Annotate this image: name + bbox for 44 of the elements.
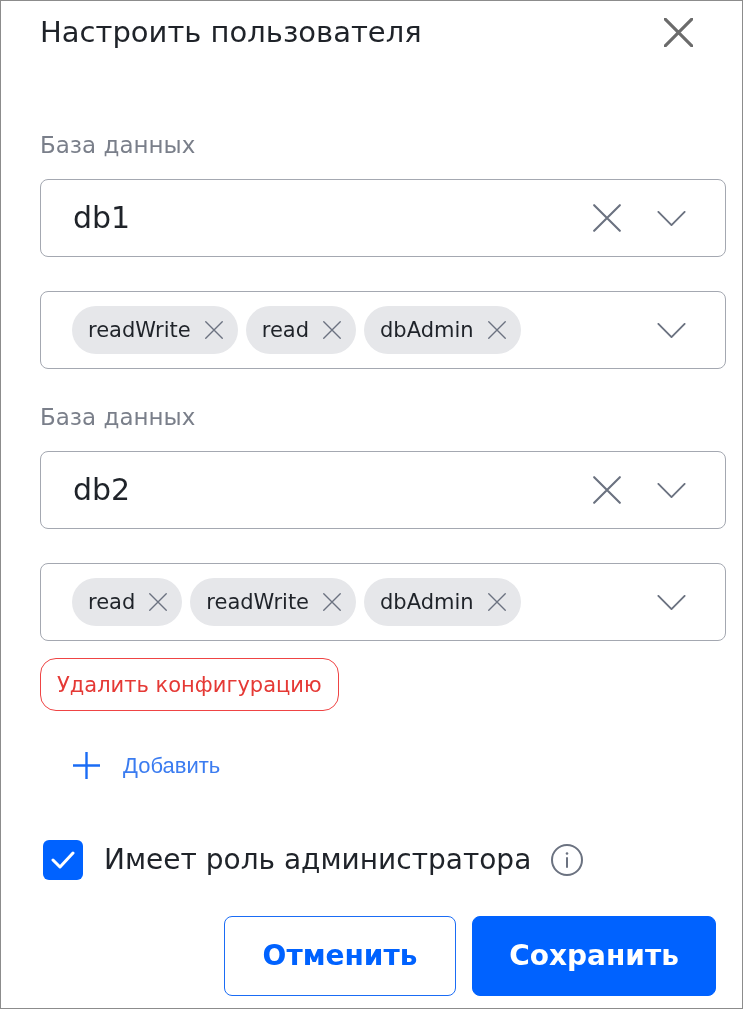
close-button[interactable]: [664, 17, 693, 47]
check-icon: [51, 851, 75, 869]
chevron-down-icon: [657, 322, 686, 338]
chevron-down-icon: [657, 482, 686, 498]
clear-button[interactable]: [593, 476, 621, 504]
remove-role-button[interactable]: [323, 593, 342, 611]
role-name: readWrite: [206, 589, 310, 615]
database-select[interactable]: db2: [40, 451, 726, 529]
role-name: read: [88, 589, 136, 615]
close-icon: [593, 204, 621, 232]
close-icon: [593, 476, 621, 504]
clear-button[interactable]: [593, 204, 621, 232]
plus-icon: [73, 751, 100, 779]
close-icon: [323, 593, 342, 611]
admin-checkbox[interactable]: [43, 840, 83, 880]
close-icon: [487, 321, 506, 339]
role-name: readWrite: [88, 317, 191, 343]
roles-select[interactable]: read readWrite dbAdmin: [40, 563, 726, 641]
remove-role-button[interactable]: [487, 321, 506, 339]
chevron-down-icon: [657, 594, 686, 610]
field-label: База данных: [40, 131, 197, 160]
remove-role-button[interactable]: [323, 321, 342, 339]
remove-role-button[interactable]: [487, 593, 506, 611]
delete-config-button[interactable]: Удалить конфигурацию: [40, 658, 339, 711]
role-name: read: [261, 317, 310, 343]
close-icon: [664, 17, 693, 47]
remove-role-button[interactable]: [149, 593, 168, 611]
dialog-title: Настроить пользователя: [40, 14, 422, 50]
close-icon: [323, 321, 342, 339]
chevron-down-icon: [657, 210, 686, 226]
close-icon: [149, 593, 168, 611]
save-button[interactable]: Сохранить: [472, 916, 716, 996]
info-icon[interactable]: [551, 844, 584, 876]
database-select[interactable]: db1: [40, 179, 726, 257]
cancel-button[interactable]: Отменить: [224, 916, 456, 996]
add-button[interactable]: Добавить: [40, 745, 221, 785]
close-icon: [487, 593, 506, 611]
role-name: dbAdmin: [380, 317, 474, 343]
roles-select[interactable]: readWrite read dbAdmin: [40, 291, 726, 369]
remove-role-button[interactable]: [204, 321, 223, 339]
checkbox-label: Имеет роль администратора: [104, 842, 532, 878]
field-label: База данных: [40, 403, 197, 432]
role-name: dbAdmin: [380, 589, 474, 615]
close-icon: [204, 321, 223, 339]
